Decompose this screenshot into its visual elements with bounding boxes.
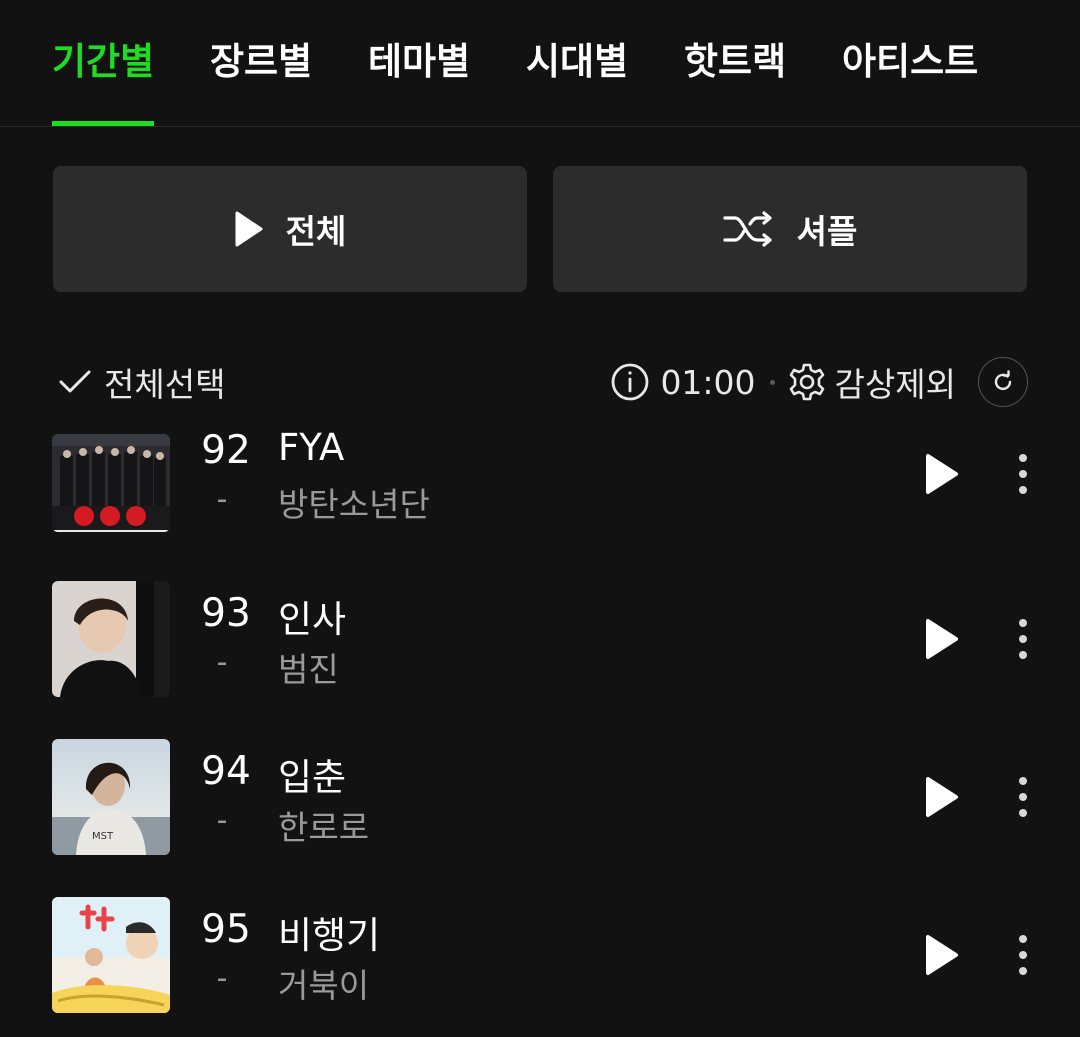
- check-icon: [59, 370, 91, 393]
- track-title[interactable]: 입춘: [278, 747, 346, 801]
- exclude-settings-button[interactable]: 감상제외: [787, 358, 956, 406]
- more-options-button[interactable]: [1012, 775, 1034, 819]
- category-tabs: 기간별 장르별 테마별 시대별 핫트랙 아티스트: [0, 0, 1080, 127]
- timer-label: 01:00: [660, 362, 756, 402]
- shuffle-icon: [723, 211, 772, 247]
- refresh-icon: [994, 370, 1012, 391]
- more-options-button[interactable]: [1012, 933, 1034, 977]
- active-tab-indicator: [52, 121, 154, 126]
- shuffle-button[interactable]: 셔플: [553, 166, 1027, 292]
- track-row[interactable]: 95 - 비행기 거북이: [0, 897, 1080, 1013]
- play-icon[interactable]: [922, 452, 962, 496]
- track-row[interactable]: 92 - FYA 방탄소년단: [0, 426, 1080, 542]
- album-art[interactable]: [52, 434, 170, 532]
- album-art[interactable]: [52, 581, 170, 697]
- info-icon: [612, 363, 649, 401]
- album-art[interactable]: MST: [52, 739, 170, 855]
- rank-number: 94: [201, 749, 251, 794]
- more-options-button[interactable]: [1012, 617, 1034, 661]
- select-all-toggle[interactable]: 전체선택: [58, 350, 225, 414]
- tab-hot-track[interactable]: 핫트랙: [684, 34, 786, 90]
- album-art-image: [52, 581, 170, 697]
- rank-change: -: [216, 803, 228, 838]
- timer-button[interactable]: 01:00: [610, 362, 756, 402]
- rank-number: 92: [201, 428, 251, 473]
- tab-period[interactable]: 기간별: [52, 34, 154, 90]
- track-artist[interactable]: 한로로: [278, 801, 369, 849]
- tab-genre[interactable]: 장르별: [210, 34, 312, 90]
- play-icon[interactable]: [922, 775, 962, 819]
- play-all-button[interactable]: 전체: [53, 166, 527, 292]
- exclude-label: 감상제외: [834, 365, 956, 404]
- tab-era[interactable]: 시대별: [526, 34, 628, 90]
- track-artist[interactable]: 방탄소년단: [278, 478, 430, 526]
- album-art-image: [52, 434, 170, 532]
- album-art-image: MST: [52, 739, 170, 855]
- album-art[interactable]: [52, 897, 170, 1013]
- track-artist[interactable]: 범진: [278, 643, 339, 691]
- tab-theme[interactable]: 테마별: [368, 34, 470, 90]
- separator-dot: [769, 379, 775, 385]
- rank-number: 93: [201, 591, 251, 636]
- track-artist[interactable]: 거북이: [278, 959, 369, 1007]
- play-icon[interactable]: [922, 617, 962, 661]
- album-art-image: [52, 897, 170, 1013]
- refresh-button[interactable]: [978, 357, 1028, 407]
- svg-text:MST: MST: [92, 831, 114, 842]
- play-all-label: 전체: [285, 212, 347, 251]
- rank-change: -: [216, 645, 228, 680]
- gear-icon: [789, 363, 824, 401]
- rank-number: 95: [201, 907, 251, 952]
- track-row[interactable]: MST 94 - 입춘 한로로: [0, 739, 1080, 855]
- list-toolbar: 전체선택 01:00 감상제외: [52, 350, 1028, 414]
- toolbar-right: 01:00 감상제외: [610, 350, 1028, 414]
- play-icon: [235, 211, 263, 247]
- play-icon[interactable]: [922, 933, 962, 977]
- track-title[interactable]: 비행기: [278, 905, 380, 959]
- rank-change: -: [216, 482, 228, 517]
- select-all-label: 전체선택: [104, 365, 226, 404]
- track-row[interactable]: 93 - 인사 범진: [0, 581, 1080, 697]
- rank-change: -: [216, 961, 228, 996]
- shuffle-label: 셔플: [796, 212, 858, 251]
- track-title[interactable]: FYA: [278, 426, 344, 469]
- more-options-button[interactable]: [1012, 452, 1034, 496]
- tab-artist[interactable]: 아티스트: [842, 34, 978, 90]
- track-title[interactable]: 인사: [278, 589, 346, 643]
